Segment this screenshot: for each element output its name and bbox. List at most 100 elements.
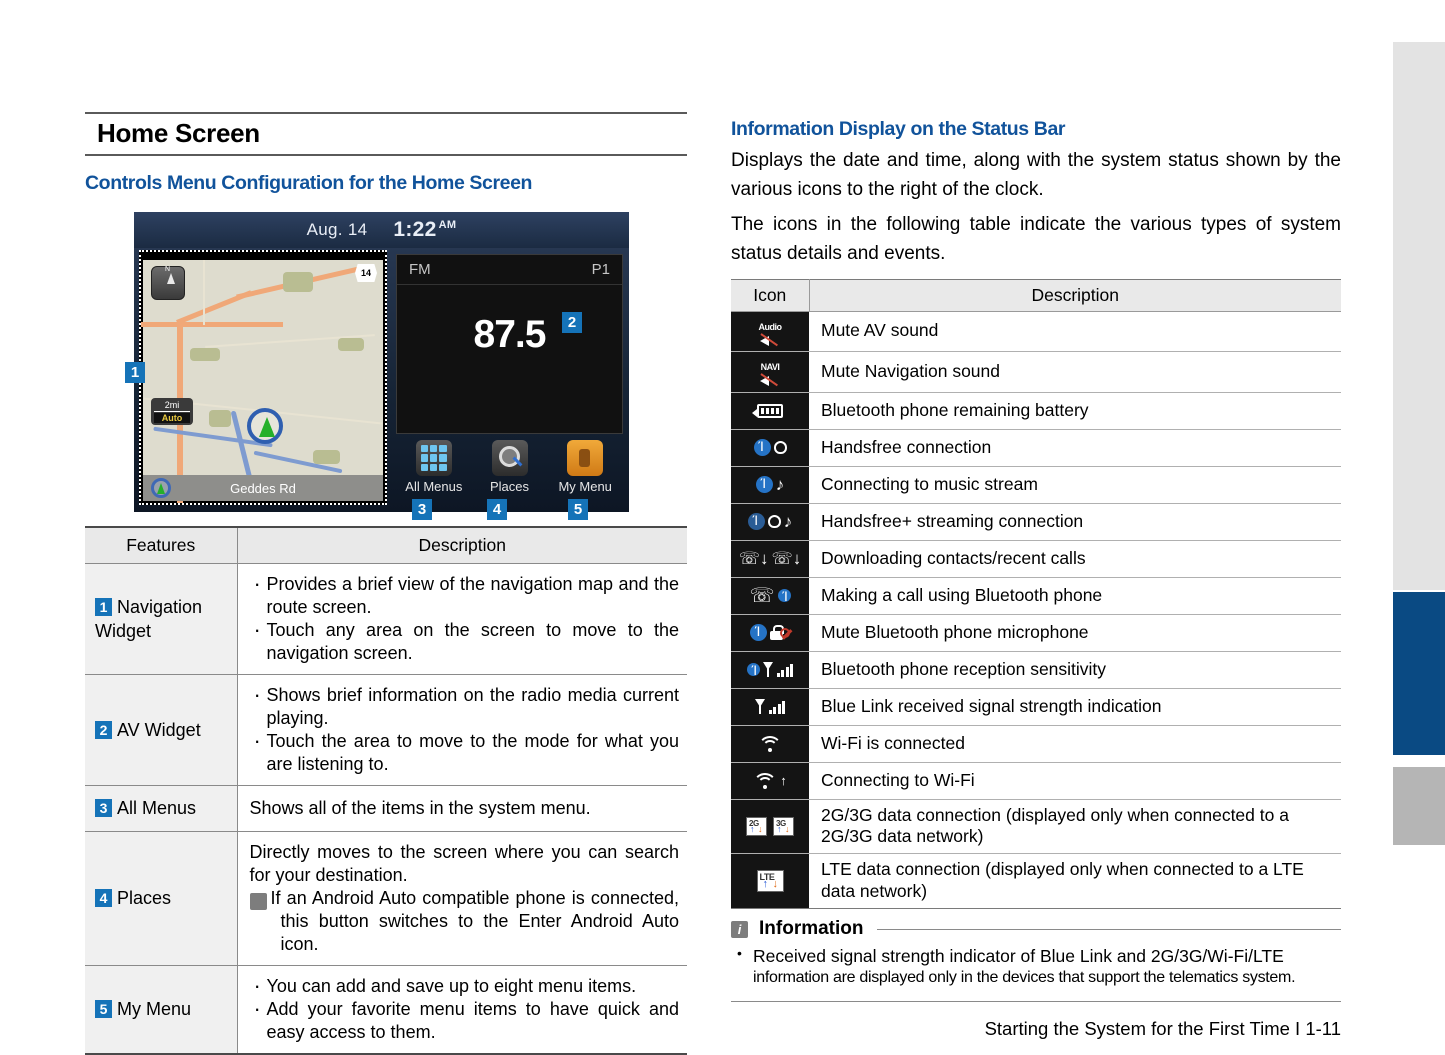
bullet-item: Touch the area to move to the mode for w… <box>250 727 679 776</box>
mute-navigation-sound-icon: NAVI <box>731 351 809 393</box>
vehicle-position-icon <box>247 408 283 444</box>
feature-number-badge: 3 <box>95 799 112 818</box>
table-row: ☏↓ ☏↓ Downloading contacts/recent calls <box>731 540 1341 578</box>
feature-name-cell: 5 My Menu <box>85 965 238 1055</box>
callout-badge-4: 4 <box>487 499 507 520</box>
description-text: Directly moves to the screen where you c… <box>249 841 680 885</box>
table-row: Bluetooth phone remaining battery <box>731 392 1341 430</box>
feature-number-badge: 5 <box>95 1000 112 1019</box>
information-line-2: information are displayed only in the de… <box>753 968 1296 986</box>
description-note: i If an Android Auto compatible phone is … <box>240 887 679 954</box>
mute-bluetooth-microphone-icon <box>731 614 809 652</box>
icon-description: 2G/3G data connection (displayed only wh… <box>809 799 1341 855</box>
icon-description: Bluetooth phone remaining battery <box>809 392 1341 430</box>
av-widget[interactable]: FM P1 87.5 <box>396 254 623 434</box>
search-icon <box>491 440 528 476</box>
icon-description: Mute Bluetooth phone microphone <box>809 614 1341 652</box>
table-row: ♪ Handsfree+ streaming connection <box>731 503 1341 541</box>
table-row: ☏ Making a call using Bluetooth phone <box>731 577 1341 615</box>
feature-label: All Menus <box>117 798 197 819</box>
icon-description: Mute Navigation sound <box>809 351 1341 393</box>
icon-table-header-row: Icon Description <box>731 278 1341 312</box>
map-park <box>190 348 220 361</box>
bullet-item: Touch any area on the screen to move to … <box>250 616 679 665</box>
callout-badge-5: 5 <box>568 499 588 520</box>
features-table: Features Description 1 Navigation Widget … <box>85 526 687 1055</box>
all-menus-button[interactable]: All Menus <box>396 440 472 508</box>
blue-link-signal-icon <box>731 688 809 726</box>
map-street-label: Geddes Rd <box>143 475 383 501</box>
info-icon: i <box>241 892 267 910</box>
manual-page: Home Screen Controls Menu Configuration … <box>0 0 1393 1055</box>
feature-description-cell: Directly moves to the screen where you c… <box>237 831 687 966</box>
my-menu-label: My Menu <box>558 479 612 494</box>
av-source: FM <box>409 261 431 278</box>
mute-av-sound-icon: Audio <box>731 311 809 352</box>
table-row: NAVI Mute Navigation sound <box>731 351 1341 393</box>
handsfree-connection-icon <box>731 429 809 467</box>
table-row: Mute Bluetooth phone microphone <box>731 614 1341 652</box>
bluetooth-battery-icon <box>731 392 809 430</box>
map-park <box>338 338 364 351</box>
map-park <box>209 410 231 427</box>
feature-description-cell: Provides a brief view of the navigation … <box>237 563 687 676</box>
status-time: 1:22 AM <box>393 218 457 241</box>
table-row: 2G ↑ ↓ 3G ↑ ↓ 2G/3G data connection (display… <box>731 799 1341 855</box>
icon-col-header: Icon <box>731 278 810 312</box>
folder-icon <box>567 440 604 476</box>
places-button[interactable]: Places <box>472 440 548 508</box>
table-row: 1Navigation Widget Provides a brief view… <box>85 563 687 676</box>
icon-description: Blue Link received signal strength indic… <box>809 688 1341 726</box>
icon-description: Downloading contacts/recent calls <box>809 540 1341 578</box>
icon-description: LTE data connection (displayed only when… <box>809 853 1341 909</box>
information-title: Information <box>759 918 864 939</box>
footer-rule <box>731 1000 1341 1002</box>
edge-tab-active <box>1393 592 1445 755</box>
bullet-item: You can add and save up to eight menu it… <box>250 972 680 1000</box>
3g-badge: 3G ↑ ↓ <box>773 816 794 836</box>
my-menu-button[interactable]: My Menu <box>547 440 623 508</box>
icon-description: Bluetooth phone reception sensitivity <box>809 651 1341 689</box>
2g-badge: 2G ↑ ↓ <box>746 816 767 836</box>
av-frequency: 87.5 <box>473 313 547 356</box>
information-header: i Information <box>731 918 1341 940</box>
description-text: Shows all of the items in the system men… <box>249 797 591 818</box>
information-body: Received signal strength indicator of Bl… <box>731 944 1341 989</box>
feature-description-cell: You can add and save up to eight menu it… <box>237 965 687 1055</box>
device-status-bar: Aug. 14 1:22 AM <box>134 212 629 248</box>
bluetooth-call-icon: ☏ <box>731 577 809 615</box>
icon-description: Connecting to music stream <box>809 466 1341 504</box>
map-scale-distance: 2mi <box>154 400 190 412</box>
grid-icon <box>415 440 452 476</box>
bluetooth-signal-icon <box>731 651 809 689</box>
page-footer: Starting the System for the First Time I… <box>984 1017 1341 1039</box>
status-icon-table: Icon Description Audio Mute AV sound NAV… <box>731 278 1341 910</box>
features-table-header-row: Features Description <box>85 526 687 564</box>
map-canvas: 14 2mi Auto <box>141 260 383 503</box>
av-widget-header: FM P1 <box>397 255 622 285</box>
table-row: Audio Mute AV sound <box>731 311 1341 352</box>
feature-label: My Menu <box>117 999 192 1020</box>
icon-description: Mute AV sound <box>809 311 1341 352</box>
map-park <box>283 272 313 292</box>
device-button-row: All Menus Places My Menu <box>396 440 623 508</box>
device-screen: Aug. 14 1:22 AM N 14 2mi Auto Geddes Rd … <box>134 212 629 512</box>
feature-number-badge: 1 <box>95 597 112 616</box>
feature-name-cell: 3 All Menus <box>85 785 238 832</box>
navigation-widget[interactable]: 14 2mi Auto Geddes Rd <box>139 250 387 505</box>
feature-description-cell: Shows brief information on the radio med… <box>237 674 687 787</box>
map-park <box>313 450 340 464</box>
icon-description: Handsfree+ streaming connection <box>809 503 1341 541</box>
callout-badge-2: 2 <box>562 312 582 333</box>
information-line-1: Received signal strength indicator of Bl… <box>731 944 1341 968</box>
bullet-item: Provides a brief view of the navigation … <box>250 570 679 619</box>
section-subtitle: Controls Menu Configuration for the Home… <box>85 172 533 194</box>
handsfree-streaming-icon: ♪ <box>731 503 809 541</box>
table-row: Wi-Fi is connected <box>731 725 1341 763</box>
icon-description: Wi-Fi is connected <box>809 725 1341 763</box>
edge-tab-grey-top <box>1393 42 1445 590</box>
callout-badge-3: 3 <box>412 499 432 520</box>
feature-name-cell: 2 AV Widget <box>85 674 238 787</box>
feature-label: AV Widget <box>117 720 201 741</box>
status-bar-paragraph-2: The icons in the following table indicat… <box>731 213 1341 264</box>
